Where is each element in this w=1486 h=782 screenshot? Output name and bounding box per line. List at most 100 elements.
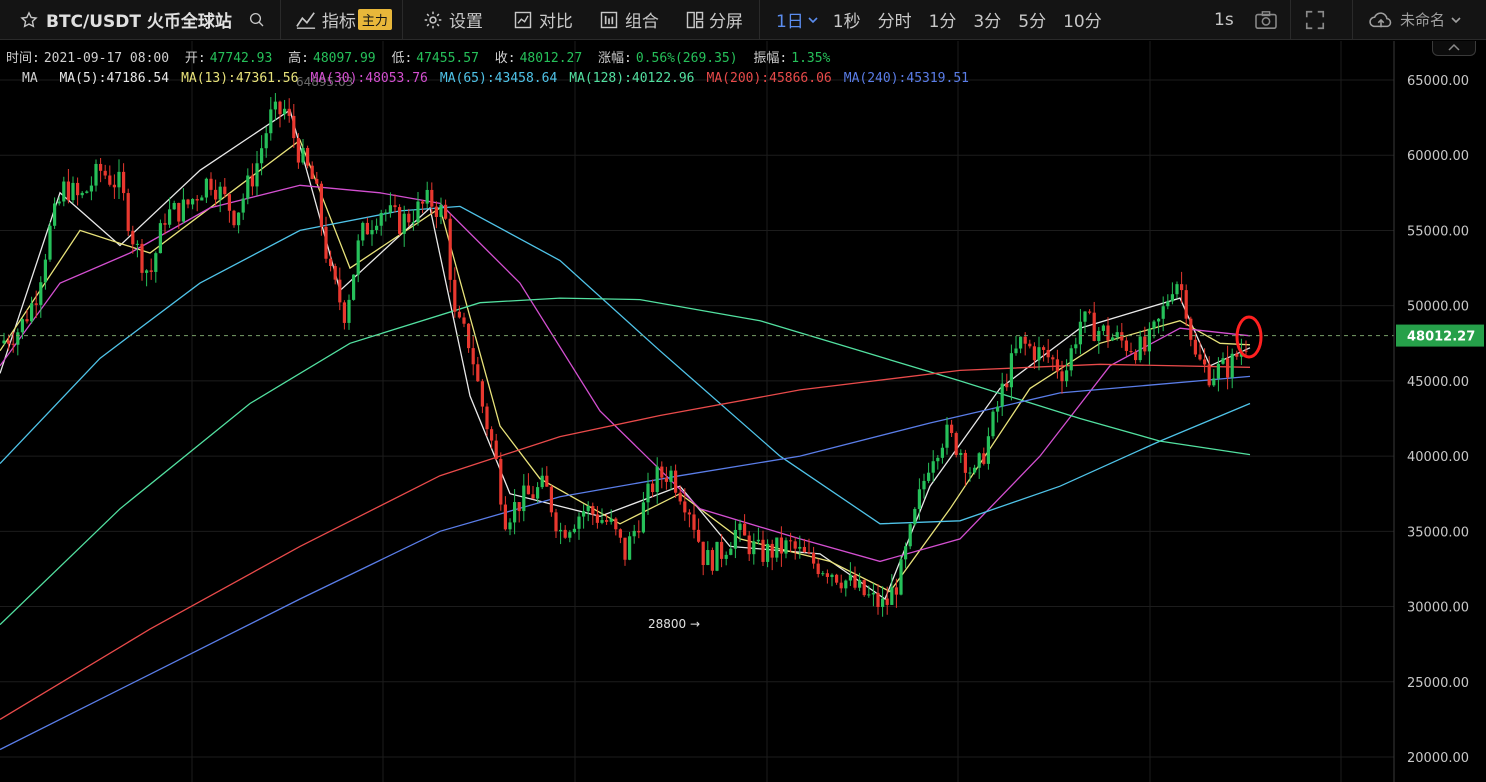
candle <box>825 569 829 584</box>
indicators-button[interactable]: 指标 主力 <box>295 0 392 40</box>
ma-line <box>0 297 1251 626</box>
candle <box>126 188 130 236</box>
candle <box>264 126 268 158</box>
candle <box>706 541 710 566</box>
candle <box>945 417 949 455</box>
interval-5m[interactable]: 5分 <box>1018 0 1046 40</box>
candle <box>186 198 190 209</box>
compare-label: 对比 <box>538 12 573 32</box>
candle <box>1129 342 1133 355</box>
low-price-marker: 28800 → <box>648 617 700 631</box>
candle <box>1069 344 1073 377</box>
amplitude-label: 振幅: <box>753 51 788 66</box>
toolbar-divider <box>758 0 760 40</box>
ohlc-info-row: 时间: 2021-09-17 08:00 开: 47742.93 高: 48097.9… <box>6 47 838 66</box>
combo-label: 组合 <box>624 12 659 32</box>
candle <box>223 178 227 198</box>
chevron-down-icon <box>808 16 818 23</box>
candle <box>503 496 507 531</box>
ma-legend-item: MA(30):48053.76 <box>310 71 428 86</box>
screenshot-button[interactable] <box>1254 0 1278 40</box>
candle <box>338 267 342 311</box>
interval-selected-dropdown[interactable]: 1日 <box>776 0 819 40</box>
candle <box>1014 335 1018 356</box>
price-chart[interactable]: 65000.00 60000.00 55000.00 50000.00 45000.00… <box>0 41 1486 782</box>
fullscreen-button[interactable] <box>1304 0 1326 40</box>
interval-1s[interactable]: 1秒 <box>833 0 861 40</box>
candle <box>1046 339 1050 363</box>
candle <box>816 558 820 578</box>
candle <box>766 539 770 568</box>
candle <box>517 502 521 523</box>
compare-button[interactable]: 对比 <box>513 0 573 40</box>
candle <box>531 485 535 500</box>
symbol-search-button[interactable] <box>248 0 266 40</box>
star-icon <box>20 10 38 28</box>
candle <box>835 573 839 585</box>
candle <box>434 201 438 229</box>
indicators-label: 指标 <box>321 12 356 32</box>
candle <box>743 514 747 536</box>
candle <box>986 427 990 470</box>
low-value: 47455.57 <box>416 51 479 66</box>
interval-10m[interactable]: 10分 <box>1063 0 1102 40</box>
candle <box>1170 282 1174 305</box>
candle <box>1032 342 1036 369</box>
candle <box>85 190 89 194</box>
candle <box>278 100 282 128</box>
current-price-tag: 48012.27 <box>1396 324 1484 347</box>
candle <box>112 174 116 199</box>
candle <box>591 502 595 525</box>
candle <box>342 300 346 330</box>
candle <box>471 334 475 376</box>
candle <box>733 520 737 559</box>
candle <box>950 419 954 437</box>
candle <box>674 464 678 498</box>
candle <box>1175 281 1179 299</box>
candle <box>669 465 673 491</box>
candle <box>761 530 765 566</box>
candle <box>232 209 236 228</box>
candle <box>1019 336 1023 354</box>
current-price-label: 48012.27 <box>1407 330 1475 345</box>
candle <box>448 213 452 293</box>
price-tick-label: 45000.00 <box>1407 375 1469 390</box>
candle <box>444 199 448 220</box>
price-tick-label: 55000.00 <box>1407 224 1469 239</box>
toolbar-divider <box>1290 0 1291 40</box>
favorite-star-button[interactable] <box>20 0 38 40</box>
settings-button[interactable]: 设置 <box>423 0 483 40</box>
candle <box>103 164 107 180</box>
symbol-title[interactable]: BTC/USDT 火币全球站 <box>46 0 232 40</box>
combo-button[interactable]: 组合 <box>599 0 659 40</box>
ma-legend-item: MA(128):40122.96 <box>569 71 695 86</box>
panel-collapse-button[interactable] <box>1432 41 1476 56</box>
candle <box>457 305 461 319</box>
interval-1m[interactable]: 1分 <box>929 0 957 40</box>
price-axis[interactable]: 65000.00 60000.00 55000.00 50000.00 45000.00… <box>1393 41 1469 782</box>
candle <box>16 328 20 356</box>
candlestick-series <box>2 93 1248 617</box>
candle <box>306 145 310 169</box>
candle <box>407 208 411 227</box>
candle <box>770 539 774 571</box>
interval-3m[interactable]: 3分 <box>973 0 1001 40</box>
candle <box>540 467 544 490</box>
candle <box>48 221 52 262</box>
highlight-circle <box>1235 315 1263 359</box>
candle <box>1124 337 1128 357</box>
refresh-rate-button[interactable]: 1s <box>1214 0 1234 40</box>
candle <box>204 177 208 203</box>
candle <box>977 452 981 479</box>
ma-legend-item: MA(13):47361.56 <box>181 71 299 86</box>
compare-icon <box>514 11 532 28</box>
candle <box>784 537 788 559</box>
cloud-save-button[interactable]: 未命名 <box>1368 0 1462 40</box>
interval-selected-label: 1日 <box>775 12 804 32</box>
split-screen-button[interactable]: 分屏 <box>685 0 743 40</box>
ma-legend[interactable]: MA MA(5):47186.54 MA(13):47361.56 MA(30):4… <box>22 71 981 86</box>
candle <box>871 583 875 607</box>
interval-timeshare[interactable]: 分时 <box>878 0 912 40</box>
candle <box>513 489 517 535</box>
close-label: 收: <box>494 51 516 66</box>
